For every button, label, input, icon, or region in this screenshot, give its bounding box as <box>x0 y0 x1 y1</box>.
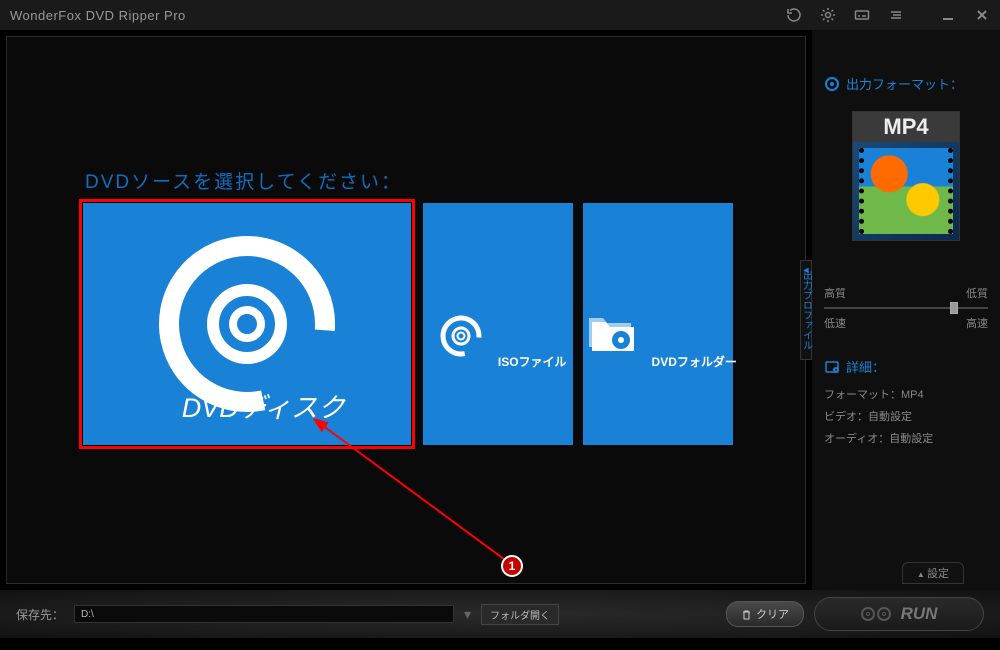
speed-high-label: 高速 <box>966 315 988 331</box>
path-dropdown-icon[interactable]: ▾ <box>464 606 471 623</box>
detail-video: ビデオ：自動設定 <box>824 406 988 428</box>
main-canvas: DVDソースを選択してください： DVDディスク ISOファイル <box>6 36 806 584</box>
trash-icon <box>741 609 752 620</box>
clear-button[interactable]: クリア <box>726 601 804 627</box>
quality-low-label: 低質 <box>966 285 988 301</box>
details-label: 詳細： <box>824 357 988 376</box>
format-icon <box>824 76 840 92</box>
detail-format: フォーマット：MP4 <box>824 384 988 406</box>
details-icon <box>824 359 840 375</box>
menu-icon[interactable] <box>888 7 904 23</box>
sidebar: 出力プロファイル 出力フォーマット： MP4 高質 低質 低速 高速 詳細： フ… <box>812 30 1000 590</box>
iso-file-tile[interactable]: ISOファイル <box>423 203 573 445</box>
quality-high-label: 高質 <box>824 285 846 301</box>
dvd-disc-label: DVDディスク <box>182 386 345 425</box>
dvd-disc-tile[interactable]: DVDディスク <box>83 203 411 445</box>
dvd-folder-label: DVDフォルダー <box>652 355 737 369</box>
source-prompt: DVDソースを選択してください： <box>85 167 402 194</box>
dvd-folder-tile[interactable]: DVDフォルダー <box>583 203 733 445</box>
folder-icon <box>587 312 639 360</box>
format-thumbnail <box>853 142 959 240</box>
reel-icon <box>861 607 891 621</box>
iso-icon <box>437 312 485 360</box>
save-to-label: 保存先： <box>16 606 64 623</box>
minimize-icon[interactable] <box>940 7 956 23</box>
format-badge: MP4 <box>853 112 959 142</box>
refresh-icon[interactable] <box>786 7 802 23</box>
settings-tab[interactable]: 設定 <box>902 562 964 584</box>
speed-low-label: 低速 <box>824 315 846 331</box>
profile-tab[interactable]: 出力プロファイル <box>800 260 812 360</box>
run-button[interactable]: RUN <box>814 597 984 631</box>
detail-audio: オーディオ：自動設定 <box>824 428 988 450</box>
slider-thumb[interactable] <box>950 302 958 314</box>
bottom-bar: 保存先： ▾ フォルダ開く クリア RUN <box>0 590 1000 638</box>
save-path-input[interactable] <box>74 605 454 623</box>
gear-icon[interactable] <box>820 7 836 23</box>
annotation-marker-1: 1 <box>501 555 523 577</box>
quality-slider[interactable] <box>824 307 988 309</box>
open-folder-button[interactable]: フォルダ開く <box>481 604 559 625</box>
app-title: WonderFox DVD Ripper Pro <box>10 8 186 23</box>
close-icon[interactable] <box>974 7 990 23</box>
subtitle-icon[interactable] <box>854 7 870 23</box>
iso-file-label: ISOファイル <box>498 355 567 369</box>
output-format-selector[interactable]: MP4 <box>852 111 960 241</box>
output-format-label: 出力フォーマット： <box>824 74 988 93</box>
